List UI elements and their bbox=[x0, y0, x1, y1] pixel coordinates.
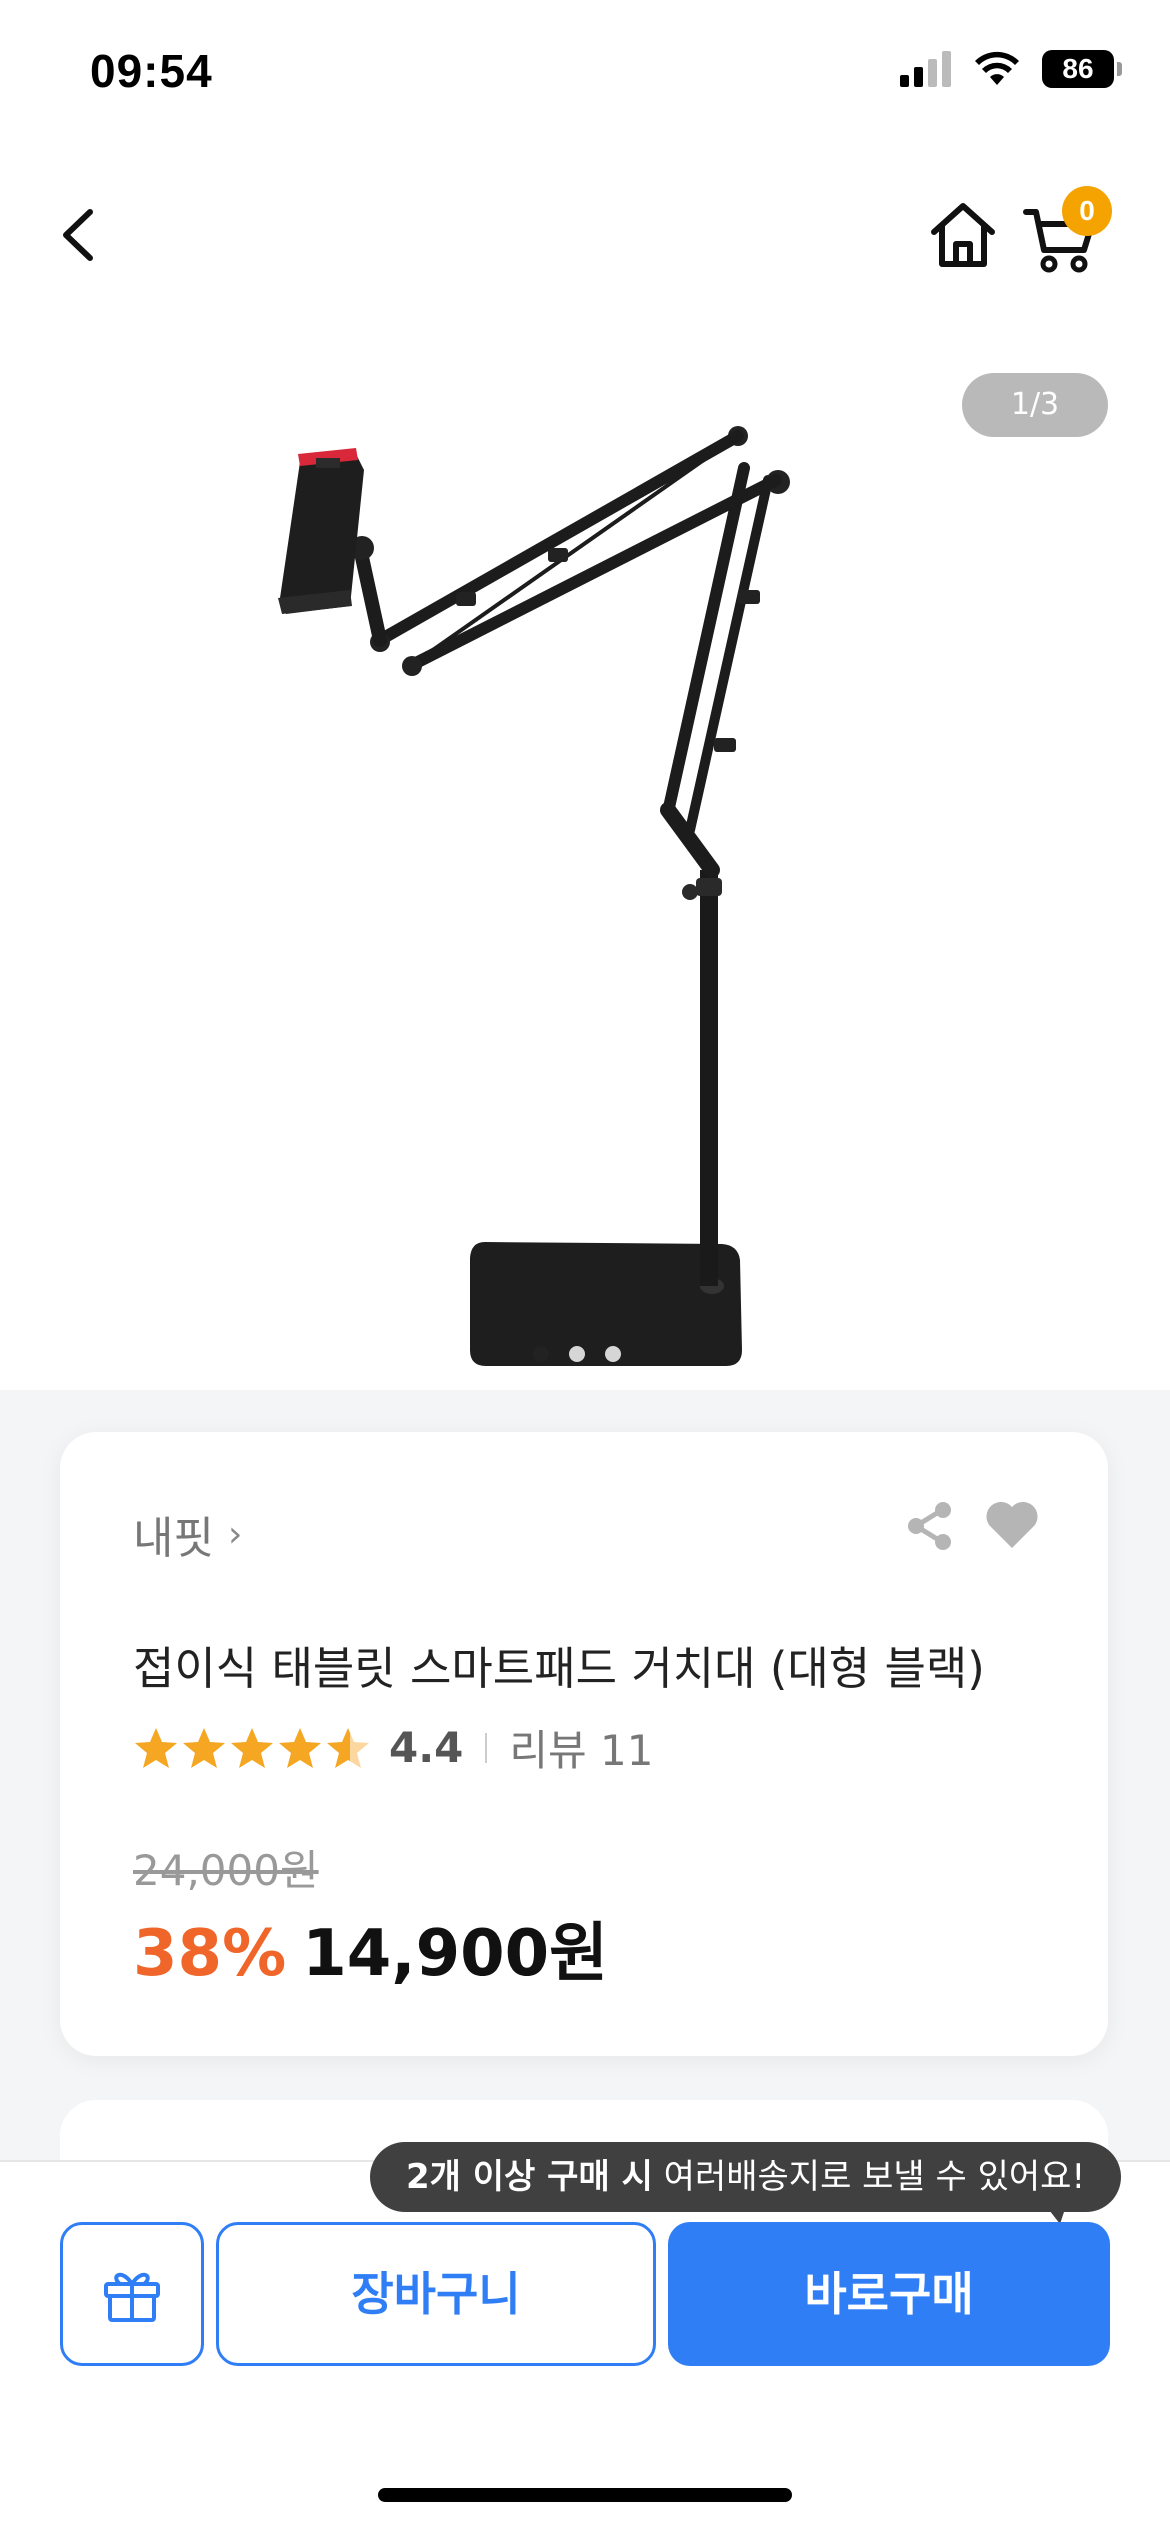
battery-icon: 86 bbox=[1042, 50, 1122, 88]
status-time: 09:54 bbox=[90, 45, 213, 97]
heart-icon[interactable] bbox=[984, 1498, 1040, 1550]
back-button[interactable] bbox=[50, 200, 110, 270]
cart-count-badge: 0 bbox=[1062, 186, 1112, 236]
gift-button[interactable] bbox=[60, 2222, 204, 2366]
rating-stars bbox=[133, 1725, 371, 1771]
product-title: 접이식 태블릿 스마트패드 거치대 (대형 블랙) bbox=[133, 1642, 985, 1695]
gift-icon bbox=[104, 2272, 160, 2322]
carousel-dots bbox=[533, 1346, 621, 1362]
product-page: 09:54 86 0 1/3 내핏 › 접이식 태블릿 스마트패드 거치대 (대… bbox=[0, 0, 1170, 2532]
buy-now-button[interactable]: 바로구매 bbox=[668, 2222, 1110, 2366]
tooltip-bold: 2개 이상 구매 시 bbox=[406, 2157, 653, 2197]
product-info-card: 내핏 › 접이식 태블릿 스마트패드 거치대 (대형 블랙) 4.4 리뷰 11… bbox=[60, 1432, 1108, 2056]
home-indicator bbox=[378, 2488, 792, 2502]
status-icons: 86 bbox=[900, 50, 1122, 88]
original-price: 24,000원 bbox=[133, 1846, 319, 1895]
status-bar: 09:54 86 bbox=[0, 0, 1170, 150]
brand-name: 내핏 bbox=[133, 1513, 214, 1564]
chevron-right-icon: › bbox=[227, 1513, 243, 1555]
divider bbox=[485, 1732, 488, 1763]
star-icon bbox=[279, 1727, 321, 1768]
add-to-cart-button[interactable]: 장바구니 bbox=[216, 2222, 656, 2366]
product-image bbox=[278, 426, 790, 1366]
share-icon[interactable] bbox=[904, 1500, 956, 1552]
half-star-icon bbox=[327, 1727, 369, 1768]
top-nav: 0 bbox=[0, 150, 1170, 330]
carousel-dot[interactable] bbox=[605, 1346, 621, 1362]
discount-rate: 38% bbox=[133, 1917, 287, 1991]
image-counter: 1/3 bbox=[962, 373, 1108, 437]
rating-value: 4.4 bbox=[389, 1723, 464, 1772]
sale-price: 14,900원 bbox=[302, 1917, 609, 1991]
home-icon[interactable] bbox=[926, 198, 1000, 272]
carousel-dot[interactable] bbox=[533, 1346, 549, 1362]
star-icon bbox=[183, 1727, 225, 1768]
brand-link[interactable]: 내핏 › bbox=[133, 1502, 242, 1566]
price-row: 38% 14,900원 bbox=[133, 1902, 608, 1994]
product-image-gallery[interactable]: 1/3 bbox=[0, 330, 1170, 1390]
carousel-dot[interactable] bbox=[569, 1346, 585, 1362]
signal-icon bbox=[900, 51, 951, 87]
rating-row[interactable]: 4.4 리뷰 11 bbox=[133, 1717, 653, 1778]
review-count[interactable]: 리뷰 11 bbox=[509, 1717, 653, 1778]
tooltip-text: 여러배송지로 보낼 수 있어요! bbox=[652, 2157, 1086, 2197]
multi-address-tooltip: 2개 이상 구매 시 여러배송지로 보낼 수 있어요! bbox=[370, 2142, 1122, 2212]
star-icon bbox=[231, 1727, 273, 1768]
star-icon bbox=[135, 1727, 177, 1768]
wifi-icon bbox=[975, 51, 1019, 85]
